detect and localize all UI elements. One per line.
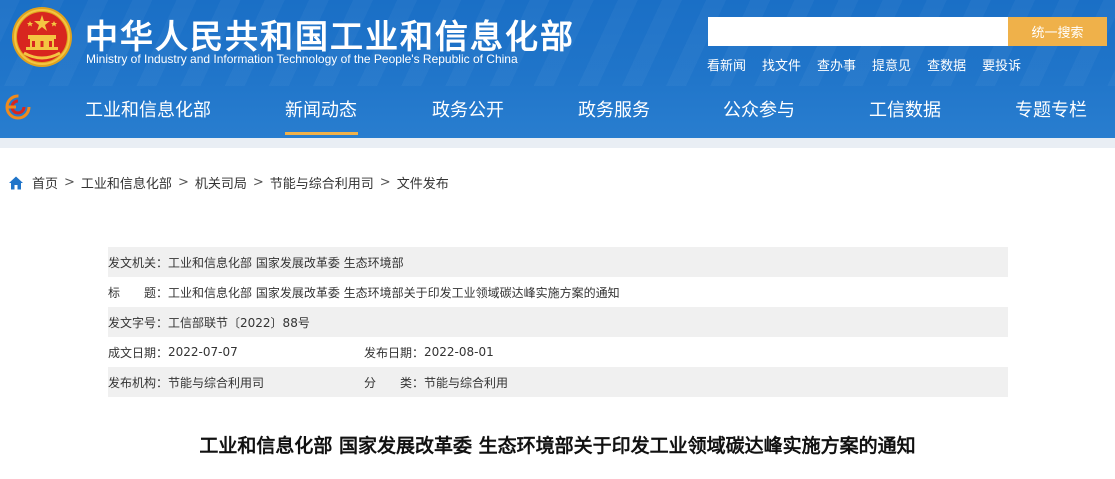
doc-number-label: 发文字号： [108,315,169,330]
nav-item-gov-services[interactable]: 政务服务 [578,96,650,122]
nav-active-indicator [285,132,358,135]
quick-link-services[interactable]: 查办事 [817,55,856,74]
nav-item-data[interactable]: 工信数据 [869,96,941,122]
breadcrumb-separator: > [379,175,391,190]
nav-item-public-participation[interactable]: 公众参与 [723,96,795,122]
breadcrumb-separator: > [177,175,189,190]
site-subtitle: Ministry of Industry and Information Tec… [86,52,518,66]
issuer-value: 工业和信息化部 国家发展改革委 生态环境部 [168,255,404,270]
created-date-value: 2022-07-07 [168,345,238,359]
title-label: 标 题： [108,285,169,300]
search-button[interactable]: 统一搜索 [1008,17,1107,46]
breadcrumb-separator: > [252,175,264,190]
info-row-dates: 成文日期： 2022-07-07 发布日期： 2022-08-01 [108,337,1008,367]
breadcrumb-departments[interactable]: 机关司局 [195,173,247,192]
breadcrumb-energy-saving-dept[interactable]: 节能与综合利用司 [270,173,374,192]
published-date-label: 发布日期： [364,345,425,360]
breadcrumb-file-release[interactable]: 文件发布 [397,173,449,192]
category-cell: 分 类： 节能与综合利用 [364,374,508,391]
quick-link-feedback[interactable]: 提意见 [872,55,911,74]
site-title: 中华人民共和国工业和信息化部 [85,17,575,56]
info-row-title: 标 题： 工业和信息化部 国家发展改革委 生态环境部关于印发工业领域碳达峰实施方… [108,277,1008,307]
site-header: 中华人民共和国工业和信息化部 Ministry of Industry and … [0,0,1115,148]
info-row-issuer: 发文机关： 工业和信息化部 国家发展改革委 生态环境部 [108,247,1008,277]
nav-item-news[interactable]: 新闻动态 [285,96,357,122]
title-value: 工业和信息化部 国家发展改革委 生态环境部关于印发工业领域碳达峰实施方案的通知 [168,285,620,300]
doc-number-value: 工信部联节〔2022〕88号 [168,315,310,330]
info-row-doc-number: 发文字号： 工信部联节〔2022〕88号 [108,307,1008,337]
nav-item-topics[interactable]: 专题专栏 [1015,96,1087,122]
created-date-label: 成文日期： [108,345,169,360]
quick-link-news[interactable]: 看新闻 [707,55,746,74]
breadcrumb-home[interactable]: 首页 [32,173,58,192]
nav-item-gov-affairs[interactable]: 政务公开 [432,96,504,122]
category-value: 节能与综合利用 [424,375,509,390]
category-label: 分 类： [364,375,425,390]
org-cell: 发布机构： 节能与综合利用司 [108,374,364,391]
nav-item-miit[interactable]: 工业和信息化部 [85,96,211,122]
breadcrumb-miit[interactable]: 工业和信息化部 [81,173,172,192]
published-date-value: 2022-08-01 [424,345,494,359]
issuer-label: 发文机关： [108,255,169,270]
search-input[interactable] [708,17,1008,46]
quick-link-complaint[interactable]: 要投诉 [982,55,1021,74]
main-nav: 工业和信息化部 新闻动态 政务公开 政务服务 公众参与 工信数据 专题专栏 [0,86,1115,138]
org-value: 节能与综合利用司 [168,375,265,390]
breadcrumb-separator: > [64,175,75,190]
document-info-table: 发文机关： 工业和信息化部 国家发展改革委 生态环境部 标 题： 工业和信息化部… [108,247,1008,397]
quick-links: 看新闻 找文件 查办事 提意见 查数据 要投诉 [707,55,1021,74]
document-title: 工业和信息化部 国家发展改革委 生态环境部关于印发工业领域碳达峰实施方案的通知 [199,435,916,457]
created-date-cell: 成文日期： 2022-07-07 [108,344,364,361]
info-row-org-category: 发布机构： 节能与综合利用司 分 类： 节能与综合利用 [108,367,1008,397]
org-label: 发布机构： [108,375,169,390]
breadcrumb: 首页 > 工业和信息化部 > 机关司局 > 节能与综合利用司 > 文件发布 [8,173,449,192]
published-date-cell: 发布日期： 2022-08-01 [364,344,494,361]
quick-link-data[interactable]: 查数据 [927,55,966,74]
home-icon [9,176,23,189]
quick-link-files[interactable]: 找文件 [762,55,801,74]
national-emblem-icon [12,7,72,67]
